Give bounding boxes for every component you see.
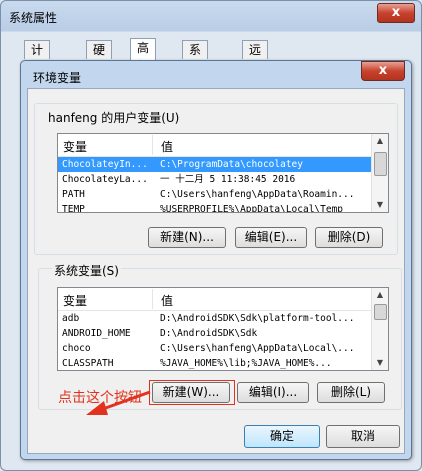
annotation-arrow-icon bbox=[86, 390, 151, 415]
